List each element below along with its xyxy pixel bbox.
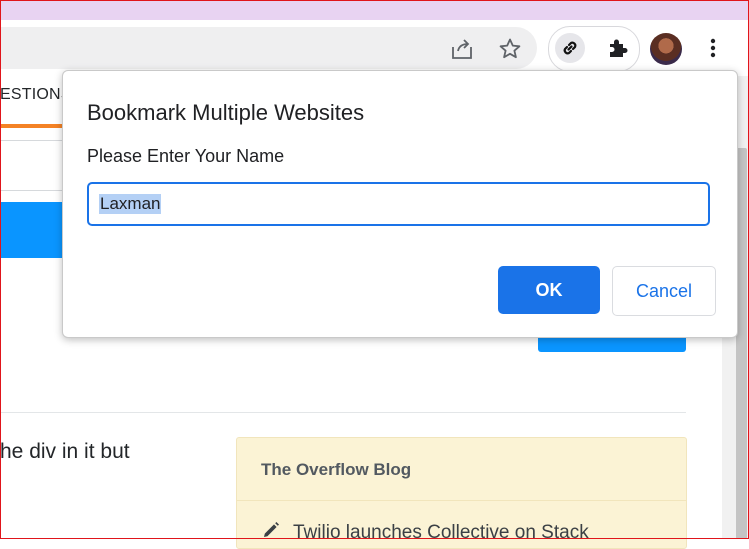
browser-toolbar bbox=[0, 20, 749, 76]
blog-item[interactable]: Twilio launches Collective on Stack bbox=[261, 520, 589, 546]
pencil-icon bbox=[261, 520, 281, 546]
cancel-button[interactable]: Cancel bbox=[612, 266, 716, 316]
divider bbox=[0, 412, 686, 413]
avatar[interactable] bbox=[650, 33, 682, 65]
name-input-value: Laxman bbox=[99, 194, 162, 214]
question-snippet: he div in it but bbox=[0, 440, 130, 463]
prompt-dialog: Bookmark Multiple Websites Please Enter … bbox=[62, 70, 738, 338]
blue-banner bbox=[0, 202, 64, 258]
divider bbox=[0, 140, 64, 141]
nav-tab-questions[interactable]: ESTIONS bbox=[0, 86, 72, 104]
bookmark-star-icon[interactable] bbox=[497, 36, 523, 62]
name-input[interactable]: Laxman bbox=[87, 182, 710, 226]
blog-item-label: Twilio launches Collective on Stack bbox=[293, 522, 589, 543]
window-title-bar bbox=[0, 0, 749, 20]
overflow-blog-panel: The Overflow Blog Twilio launches Collec… bbox=[236, 437, 687, 549]
dialog-message: Please Enter Your Name bbox=[87, 146, 285, 166]
divider bbox=[0, 190, 64, 191]
dialog-title: Bookmark Multiple Websites bbox=[87, 100, 365, 125]
menu-icon[interactable] bbox=[703, 35, 723, 61]
share-icon[interactable] bbox=[449, 37, 475, 61]
active-tab-indicator bbox=[0, 124, 64, 128]
puzzle-icon[interactable] bbox=[604, 35, 632, 61]
blog-title: The Overflow Blog bbox=[261, 460, 412, 479]
blog-header: The Overflow Blog bbox=[237, 438, 686, 501]
ok-button[interactable]: OK bbox=[498, 266, 600, 314]
link-extension-icon[interactable] bbox=[555, 33, 585, 63]
